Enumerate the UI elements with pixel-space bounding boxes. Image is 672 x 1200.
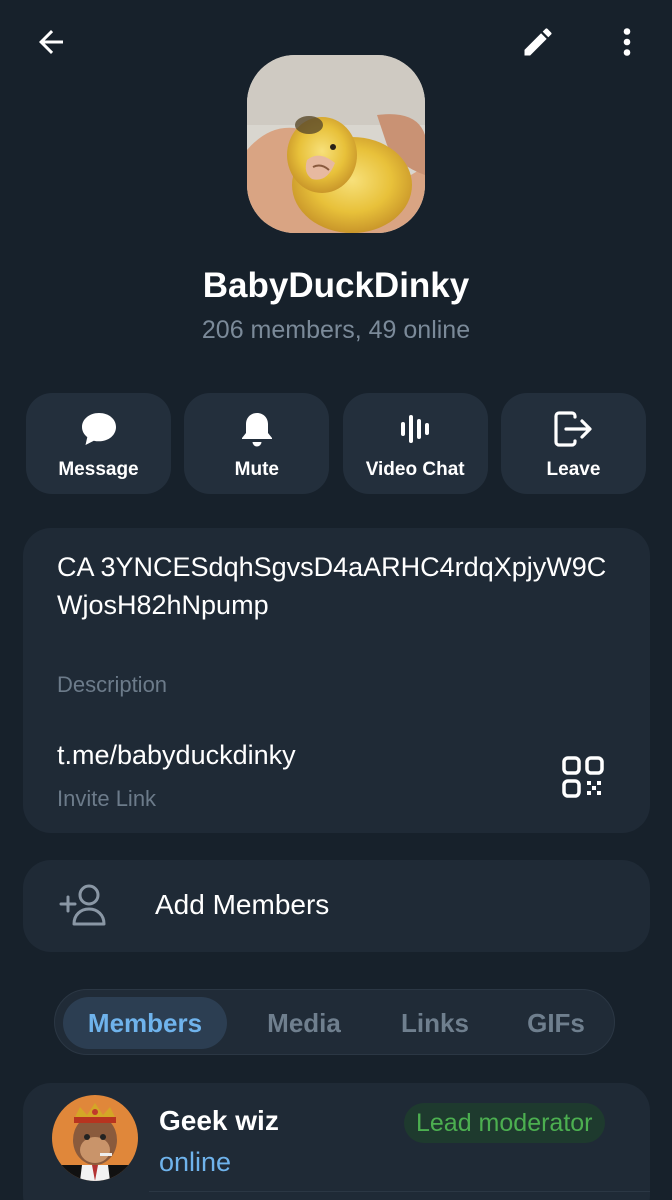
tab-members[interactable]: Members (63, 997, 227, 1049)
video-chat-label: Video Chat (365, 459, 465, 480)
invite-link-label: Invite Link (57, 786, 157, 811)
qr-code-button[interactable] (560, 754, 606, 800)
leave-icon (554, 411, 593, 447)
member-status: online (159, 1147, 232, 1177)
tab-links[interactable]: Links (377, 997, 493, 1049)
add-members-label: Add Members (155, 889, 330, 920)
message-button[interactable]: Message (26, 393, 171, 494)
arrow-left-icon (39, 30, 63, 54)
tab-bar: Members Media Links GIFs (54, 989, 615, 1055)
qr-code-icon (562, 756, 604, 798)
member-list: Geek wiz online Lead moderator (23, 1083, 650, 1200)
avatar (52, 1095, 138, 1181)
pencil-icon (524, 28, 552, 56)
member-count: 206 members, 49 online (201, 316, 471, 344)
leave-button[interactable]: Leave (500, 393, 646, 494)
mute-button[interactable]: Mute (184, 393, 330, 494)
group-info-screen: BabyDuckDinky 206 members, 49 online Mes… (0, 0, 672, 1200)
bell-icon (241, 413, 272, 447)
action-bar: Message Mute Video Chat Leave (26, 393, 646, 494)
more-button[interactable] (603, 18, 651, 66)
tab-media[interactable]: Media (241, 997, 367, 1049)
info-card: CA 3YNCESdqhSgvsD4aARHC4rdqXpjyW9CWjosH8… (23, 528, 650, 833)
member-name: Geek wiz (159, 1105, 279, 1136)
add-user-icon (59, 884, 106, 926)
add-members-button[interactable]: Add Members (23, 860, 650, 952)
group-name: BabyDuckDinky (202, 266, 470, 305)
role-badge: Lead moderator (404, 1103, 605, 1143)
leave-label: Leave (546, 459, 601, 480)
mute-label: Mute (234, 459, 279, 480)
chat-bubble-icon (81, 413, 116, 445)
back-button[interactable] (27, 18, 75, 66)
invite-link[interactable]: t.me/babyduckdinky (57, 740, 296, 771)
message-label: Message (58, 459, 139, 480)
divider (149, 1191, 650, 1192)
more-vertical-icon (623, 28, 631, 56)
description-text[interactable]: CA 3YNCESdqhSgvsD4aARHC4rdqXpjyW9CWjosH8… (57, 548, 627, 624)
description-label: Description (57, 672, 168, 697)
edit-button[interactable] (514, 18, 562, 66)
video-chat-button[interactable]: Video Chat (342, 393, 488, 494)
voice-wave-icon (401, 415, 430, 443)
group-avatar[interactable] (247, 55, 425, 233)
tab-gifs[interactable]: GIFs (503, 997, 609, 1049)
